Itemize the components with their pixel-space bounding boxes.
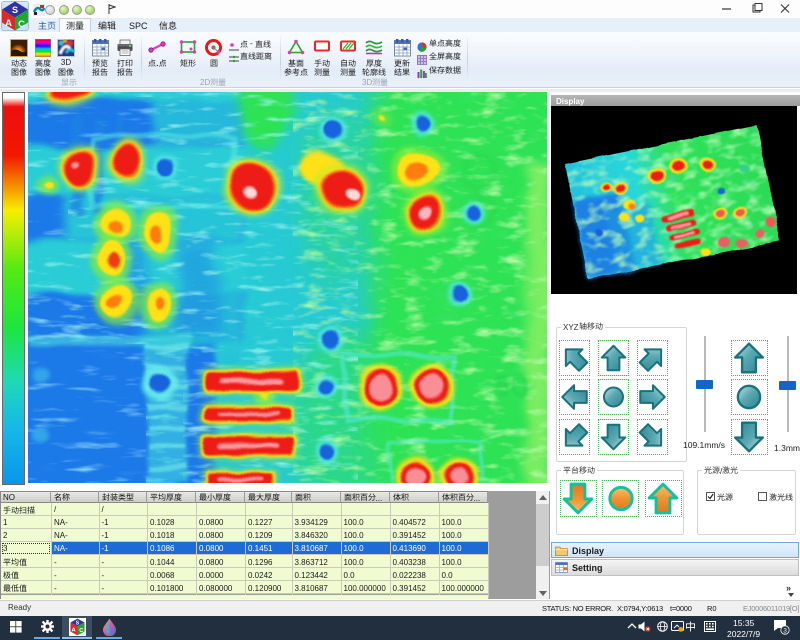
svg-text:3: 3	[783, 627, 787, 634]
svg-text:C: C	[79, 628, 83, 634]
svg-text:C: C	[18, 19, 25, 30]
svg-text:A: A	[5, 18, 12, 29]
svg-text:S: S	[76, 620, 80, 626]
svg-text:S: S	[12, 5, 18, 15]
